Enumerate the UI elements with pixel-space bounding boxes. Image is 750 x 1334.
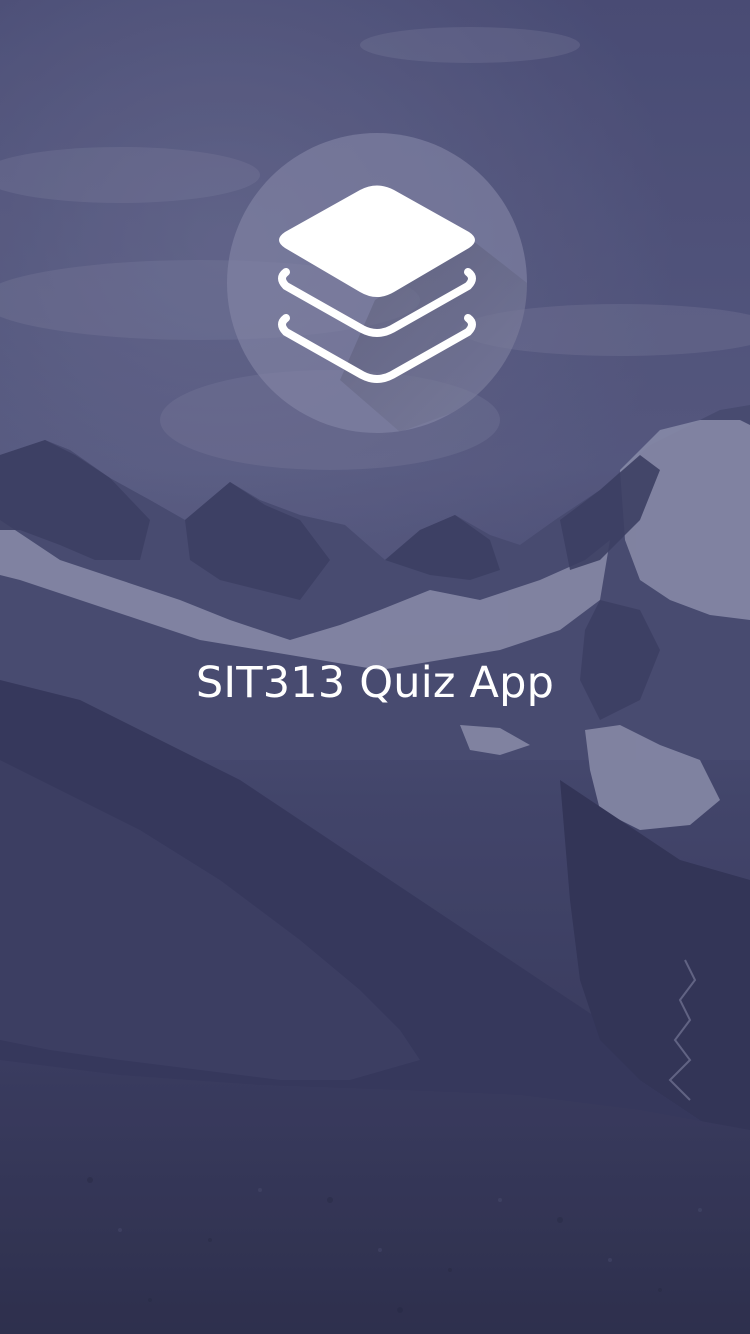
splash-screen: SIT313 Quiz App: [0, 0, 750, 1334]
layers-stack-icon: [227, 133, 527, 433]
app-title: SIT313 Quiz App: [195, 658, 555, 708]
app-logo: [227, 133, 527, 433]
